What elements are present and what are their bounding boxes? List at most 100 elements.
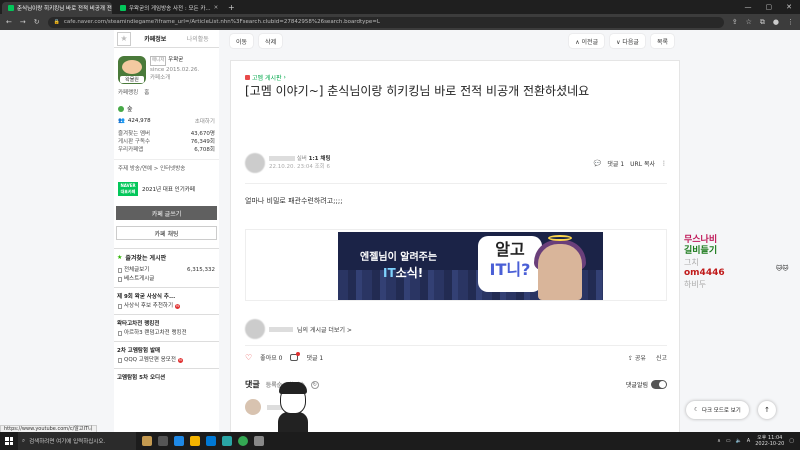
banner-line2: IT소식! xyxy=(383,266,424,280)
stream-character-overlay: 와 xyxy=(264,380,324,432)
scroll-top-button[interactable]: ↑ xyxy=(758,401,776,419)
move-button[interactable]: 이동 xyxy=(230,34,254,48)
dark-mode-button[interactable]: ☾ 다크 모드로 보기 xyxy=(686,401,749,419)
taskbar-search[interactable]: ⌕ 검색하려면 여기에 입력하십시오. xyxy=(18,432,136,450)
next-post-button[interactable]: ∨ 다음글 xyxy=(610,34,645,48)
tab-my-activity[interactable]: 나의활동 xyxy=(177,34,220,43)
author-nick[interactable] xyxy=(269,156,295,161)
cafe-intro-link[interactable]: 카페소개 xyxy=(150,74,199,82)
stat-label: 즐겨찾는 멤버 xyxy=(118,131,151,137)
browser-menu-icon[interactable]: ⋮ xyxy=(787,18,794,27)
app-icon[interactable] xyxy=(222,436,232,446)
stat-value: 6,708회 xyxy=(194,147,215,153)
list-button[interactable]: 목록 xyxy=(650,34,674,48)
forward-icon[interactable]: → xyxy=(20,18,26,26)
task-view-icon[interactable] xyxy=(158,436,168,446)
comment-alarm: 댓글알림 xyxy=(626,380,667,389)
board-link[interactable]: 고멤 게시판 › xyxy=(245,73,286,82)
board-group-title: 고멤탐험 5차 오디션 xyxy=(114,368,219,383)
app-icon[interactable] xyxy=(142,436,152,446)
close-window-icon[interactable]: ✕ xyxy=(786,3,792,11)
board-item-all[interactable]: 전체글보기 6,315,332 xyxy=(114,266,219,275)
profile-icon[interactable]: ● xyxy=(773,18,779,27)
article-container: 고멤 게시판 › [고멤 이야기~] 춘식님이랑 히키킹님 바로 전적 비공개 … xyxy=(230,60,680,432)
comment-count-link[interactable]: 댓글 1 xyxy=(607,159,624,168)
url-input[interactable]: 🔒 cafe.naver.com/steamindiegame?iframe_u… xyxy=(47,16,724,28)
write-post-button[interactable]: 카페 글쓰기 xyxy=(116,206,217,220)
author-grade: 실버 xyxy=(296,156,307,162)
stat-row: 즐겨찾는 멤버 43,670명 xyxy=(118,130,215,138)
author-avatar xyxy=(245,319,265,339)
cafe-stats: 즐겨찾는 멤버 43,670명 게시판 구독수 76,349회 우리카페앱 6,70… xyxy=(114,127,219,157)
member-count-value[interactable]: 424,978 xyxy=(128,118,151,124)
network-icon[interactable]: ▭ xyxy=(726,438,731,444)
search-icon: ⌕ xyxy=(22,437,26,444)
tab-cafe-info[interactable]: 카페정보 xyxy=(134,34,177,43)
volume-icon[interactable]: 🔈 xyxy=(736,438,742,444)
like-count[interactable]: 좋아요 0 xyxy=(260,353,282,362)
delete-button[interactable]: 삭제 xyxy=(259,34,283,48)
windows-logo-icon xyxy=(5,437,13,445)
other-posts-link[interactable]: 님의 게시글 더보기 > xyxy=(245,319,667,339)
manager-name[interactable]: 우왁굳 xyxy=(168,57,183,63)
close-tab-icon[interactable]: ✕ xyxy=(214,5,219,11)
document-icon xyxy=(118,268,122,273)
commenter-avatar[interactable] xyxy=(245,399,261,415)
article-title: [고멤 이야기~] 춘식님이랑 히키킹님 바로 전적 비공개 전환하셨네요 xyxy=(245,84,590,98)
banner-character xyxy=(538,244,582,300)
author-avatar[interactable] xyxy=(245,153,265,173)
notification-icon[interactable]: ▢ xyxy=(789,438,794,444)
reload-icon[interactable]: ↻ xyxy=(34,18,40,26)
minimize-icon[interactable]: — xyxy=(745,3,752,11)
it-news-banner[interactable]: 엔젤님이 알려주는 IT소식! 알고 IT니? xyxy=(338,232,603,300)
document-icon xyxy=(118,358,122,363)
new-tab-button[interactable]: + xyxy=(228,2,235,14)
maximize-icon[interactable]: ▢ xyxy=(766,3,773,11)
board-label: QQQ 고멤단편 응모전 xyxy=(124,357,176,363)
comment-count[interactable]: 댓글 1 xyxy=(306,353,323,362)
comment-bubble-icon: 💬 xyxy=(593,159,602,167)
app-icon[interactable] xyxy=(254,436,264,446)
cafe-level-text: 숲 xyxy=(127,106,133,113)
members-icon: 👥 xyxy=(118,118,125,124)
start-button[interactable] xyxy=(0,432,18,450)
board-item[interactable]: 사상식 후보 추천하기 N xyxy=(114,302,219,311)
taskbar-search-placeholder: 검색하려면 여기에 입력하십시오. xyxy=(29,439,106,445)
one-to-one-chat-link[interactable]: 1:1 채팅 xyxy=(309,156,331,162)
cafe-chat-button[interactable]: 카페 채팅 xyxy=(116,226,217,240)
stat-row: 우리카페앱 6,708회 xyxy=(118,146,215,154)
invite-link[interactable]: 초대하기 xyxy=(195,117,215,125)
divider xyxy=(245,183,667,184)
home-link[interactable]: 홈 xyxy=(144,88,149,96)
extensions-icon[interactable]: ⧉ xyxy=(760,18,765,27)
clock[interactable]: 오후 11:04 2022-10-20 xyxy=(755,435,784,447)
board-item[interactable]: 아르하3 랜덤고차전 랭킹전 xyxy=(114,329,219,338)
share-page-icon[interactable]: ⇪ xyxy=(732,18,738,27)
board-item[interactable]: QQQ 고멤단편 응모전 N xyxy=(114,356,219,365)
store-icon[interactable] xyxy=(206,436,216,446)
explorer-icon[interactable] xyxy=(190,436,200,446)
prev-post-button[interactable]: ∧ 이전글 xyxy=(569,34,605,48)
heart-icon[interactable]: ♡ xyxy=(245,353,252,362)
cafe-ranking-link[interactable]: 카페랭킹 xyxy=(118,88,138,96)
favorite-boards-header[interactable]: ★ 즐겨찾는 게시판 xyxy=(114,248,219,266)
browser-tab[interactable]: 우왁굳의 게임방송 사전 : 모든 카... ✕ xyxy=(114,2,224,14)
chat-nick: 길비들기 xyxy=(684,246,718,256)
report-button[interactable]: 신고 xyxy=(656,353,667,362)
tray-arrow-icon[interactable]: ∧ xyxy=(717,438,721,444)
share-button[interactable]: ⇪ 공유 xyxy=(628,353,646,362)
url-copy-button[interactable]: URL 복사 xyxy=(630,159,655,168)
browser-tab-strip: 춘식님이랑 히키킹님 바로 전적 비공개 전환... ✕ 우왁굳의 게임방송 사… xyxy=(0,0,800,14)
board-item-best[interactable]: 베스트게시글 xyxy=(114,275,219,284)
language-indicator[interactable]: A xyxy=(747,438,750,444)
back-icon[interactable]: ← xyxy=(6,18,12,26)
comment-alarm-toggle[interactable] xyxy=(651,380,667,389)
chrome-icon[interactable] xyxy=(238,436,248,446)
favorite-star-icon[interactable]: ★ xyxy=(117,31,131,46)
browser-tab-active[interactable]: 춘식님이랑 히키킹님 바로 전적 비공개 전환... ✕ xyxy=(2,2,112,14)
address-bar: ← → ↻ 🔒 cafe.naver.com/steamindiegame?if… xyxy=(0,14,800,30)
bookmark-star-icon[interactable]: ☆ xyxy=(746,18,752,27)
more-options-icon[interactable]: ⋮ xyxy=(661,160,667,167)
edge-icon[interactable] xyxy=(174,436,184,446)
stat-value: 43,670명 xyxy=(190,131,215,137)
